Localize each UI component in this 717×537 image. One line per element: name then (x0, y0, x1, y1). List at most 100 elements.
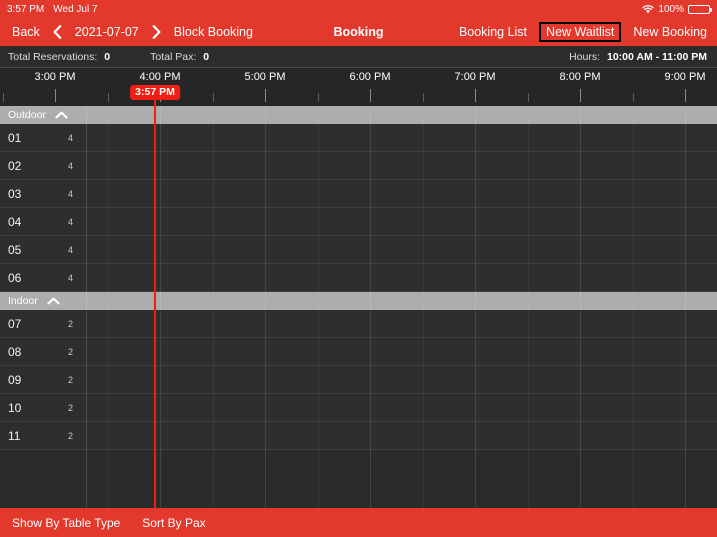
new-booking-button[interactable]: New Booking (633, 25, 707, 39)
table-pax-capacity: 4 (68, 216, 74, 227)
nav-right-group: Booking List New Waitlist New Booking (459, 18, 707, 46)
table-number-label: 11 (8, 428, 21, 443)
summary-right-group: Hours: 10:00 AM - 11:00 PM (569, 46, 707, 67)
table-timeline-lane[interactable] (86, 124, 717, 151)
total-reservations-label: Total Reservations: (8, 50, 98, 63)
navigation-bar: Back 2021-07-07 Block Booking Booking Bo… (0, 18, 717, 46)
summary-info-bar: Total Reservations: 0 Total Pax: 0 Hours… (0, 46, 717, 68)
table-pax-capacity: 4 (68, 244, 74, 255)
table-number-label: 02 (8, 158, 22, 173)
current-time-line (154, 95, 156, 508)
time-ruler: 3:00 PM 4:00 PM 5:00 PM 6:00 PM 7:00 PM 8:00 … (0, 68, 717, 106)
table-timeline-lane[interactable] (86, 264, 717, 291)
total-reservations-value: 0 (104, 50, 111, 63)
table-row[interactable]: 08 2 (0, 338, 717, 366)
table-row[interactable]: 07 2 (0, 310, 717, 338)
table-number-label: 09 (8, 372, 22, 387)
ruler-half-hour-tick (527, 93, 529, 102)
wifi-icon (642, 4, 655, 14)
ruler-hour-label: 4:00 PM (139, 71, 181, 83)
back-button[interactable]: Back (12, 25, 40, 39)
table-row[interactable]: 02 4 (0, 152, 717, 180)
ruler-hour-label: 3:00 PM (34, 71, 76, 83)
table-timeline-lane[interactable] (86, 338, 717, 365)
table-number-label: 03 (8, 186, 22, 201)
sort-by-pax-button[interactable]: Sort By Pax (142, 516, 205, 530)
ruler-hour-label: 5:00 PM (244, 71, 286, 83)
ruler-half-hour-tick (2, 93, 4, 102)
section-header-indoor[interactable]: Indoor (0, 292, 717, 310)
table-timeline-lane[interactable] (86, 366, 717, 393)
table-timeline-lane[interactable] (86, 208, 717, 235)
new-waitlist-button[interactable]: New Waitlist (539, 21, 622, 43)
table-number-label: 04 (8, 214, 22, 229)
total-reservations: Total Reservations: 0 (8, 51, 110, 63)
table-timeline-lane[interactable] (86, 152, 717, 179)
table-row[interactable]: 06 4 (0, 264, 717, 292)
table-row[interactable]: 04 4 (0, 208, 717, 236)
summary-left-group: Total Reservations: 0 Total Pax: 0 (8, 46, 209, 67)
block-booking-button[interactable]: Block Booking (174, 25, 253, 39)
ruler-hour-tick (580, 89, 581, 102)
status-bar-time: 3:57 PM (7, 3, 45, 15)
ruler-hour-tick (55, 89, 56, 102)
ruler-half-hour-tick (212, 93, 214, 102)
table-number-label: 06 (8, 270, 22, 285)
table-row[interactable]: 03 4 (0, 180, 717, 208)
ruler-hour-label: 8:00 PM (559, 71, 601, 83)
table-row[interactable]: 10 2 (0, 394, 717, 422)
chevron-up-icon[interactable] (47, 297, 60, 305)
table-timeline-lane[interactable] (86, 310, 717, 337)
section-header-outdoor[interactable]: Outdoor (0, 106, 717, 124)
table-row[interactable]: 01 4 (0, 124, 717, 152)
ruler-half-hour-tick (107, 93, 109, 102)
ios-status-bar: 3:57 PM Wed Jul 7 100% (0, 0, 717, 18)
booking-screen: 3:57 PM Wed Jul 7 100% Back 2021-07-07 B… (0, 0, 717, 537)
ruler-hour-label: 7:00 PM (454, 71, 496, 83)
table-row[interactable]: 05 4 (0, 236, 717, 264)
table-row[interactable]: 11 2 (0, 422, 717, 450)
status-bar-left: 3:57 PM Wed Jul 7 (0, 4, 98, 15)
table-timeline-lane[interactable] (86, 236, 717, 263)
table-number-label: 05 (8, 242, 22, 257)
ruler-half-hour-tick (632, 93, 634, 102)
ruler-hour-label: 9:00 PM (664, 71, 706, 83)
battery-percent-label: 100% (658, 3, 684, 15)
selected-date-label[interactable]: 2021-07-07 (75, 25, 139, 39)
total-pax-value: 0 (203, 50, 210, 63)
table-pax-capacity: 2 (68, 430, 74, 441)
show-by-table-type-button[interactable]: Show By Table Type (12, 516, 120, 530)
ruler-hour-tick (685, 89, 686, 102)
section-title: Outdoor (8, 109, 46, 121)
ruler-hour-tick (370, 89, 371, 102)
ruler-half-hour-tick (422, 93, 424, 102)
table-pax-capacity: 2 (68, 402, 74, 413)
battery-icon (688, 4, 712, 14)
chevron-right-icon[interactable] (152, 25, 161, 39)
table-timeline-lane[interactable] (86, 394, 717, 421)
booking-list-button[interactable]: Booking List (459, 25, 527, 39)
chevron-up-icon[interactable] (55, 111, 68, 119)
hours-label: Hours: (569, 50, 600, 63)
table-number-label: 01 (8, 130, 22, 145)
ruler-hour-tick (265, 89, 266, 102)
table-pax-capacity: 2 (68, 346, 74, 357)
table-pax-capacity: 2 (68, 374, 74, 385)
ruler-half-hour-tick (317, 93, 319, 102)
table-row[interactable]: 09 2 (0, 366, 717, 394)
section-title: Indoor (8, 295, 38, 307)
table-timeline-lane[interactable] (86, 422, 717, 449)
nav-left-group: Back 2021-07-07 Block Booking (12, 18, 253, 46)
ruler-hour-label: 6:00 PM (349, 71, 391, 83)
table-timeline-grid[interactable]: Outdoor 01 4 02 4 03 4 04 4 05 4 06 4 Indoor 07 2 08 2 09 2… (0, 106, 717, 508)
chevron-left-icon[interactable] (53, 25, 62, 39)
table-timeline-lane[interactable] (86, 180, 717, 207)
table-number-label: 08 (8, 344, 22, 359)
status-bar-date: Wed Jul 7 (53, 3, 98, 15)
total-pax: Total Pax: 0 (150, 51, 209, 63)
total-pax-label: Total Pax: (150, 50, 197, 63)
table-pax-capacity: 4 (68, 160, 74, 171)
table-pax-capacity: 4 (68, 132, 74, 143)
hours-value: 10:00 AM - 11:00 PM (607, 50, 707, 63)
table-pax-capacity: 2 (68, 318, 74, 329)
